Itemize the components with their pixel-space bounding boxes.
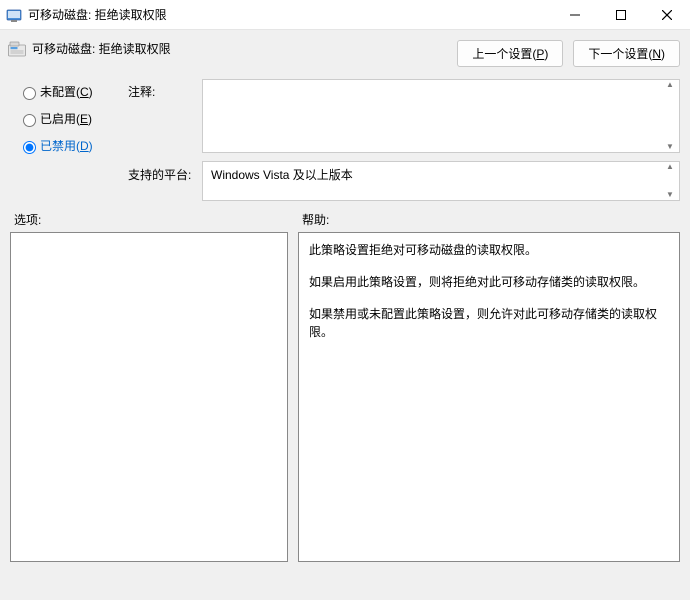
title-bar: 可移动磁盘: 拒绝读取权限 [0,0,690,30]
radio-not-configured[interactable]: 未配置(C) [18,83,120,100]
field-labels: 注释: 支持的平台: [128,79,194,201]
options-label: 选项: [10,211,298,228]
help-pane: 此策略设置拒绝对可移动磁盘的读取权限。 如果启用此策略设置，则将拒绝对此可移动存… [298,232,680,562]
comment-field[interactable]: ▲ ▼ [202,79,680,153]
down-arrow-icon[interactable]: ▼ [663,143,677,151]
close-button[interactable] [644,0,690,29]
radio-enabled[interactable]: 已启用(E) [18,110,120,127]
radio-disabled[interactable]: 已禁用(D) [18,137,120,154]
policy-icon [8,41,26,57]
minimize-button[interactable] [552,0,598,29]
options-pane [10,232,288,562]
help-paragraph: 如果启用此策略设置，则将拒绝对此可移动存储类的读取权限。 [309,273,669,291]
help-paragraph: 此策略设置拒绝对可移动磁盘的读取权限。 [309,241,669,259]
supported-value: Windows Vista 及以上版本 [211,168,353,182]
help-label: 帮助: [298,211,680,228]
supported-label: 支持的平台: [128,166,194,183]
radio-enabled-input[interactable] [23,114,36,127]
app-icon [6,7,22,23]
up-arrow-icon[interactable]: ▲ [663,81,677,89]
maximize-button[interactable] [598,0,644,29]
comment-label: 注释: [128,83,194,100]
pane-labels: 选项: 帮助: [0,207,690,232]
radio-disabled-input[interactable] [23,141,36,154]
window-controls [552,0,690,29]
config-section: 未配置(C) 已启用(E) 已禁用(D) 注释: 支持的平台: ▲ ▼ Wind… [0,67,690,207]
policy-header: 可移动磁盘: 拒绝读取权限 上一个设置(P) 下一个设置(N) [0,30,690,67]
window-title: 可移动磁盘: 拒绝读取权限 [28,6,552,23]
panes: 此策略设置拒绝对可移动磁盘的读取权限。 如果启用此策略设置，则将拒绝对此可移动存… [0,232,690,572]
supported-scroll[interactable]: ▲ ▼ [663,163,677,199]
state-radio-group: 未配置(C) 已启用(E) 已禁用(D) [10,79,120,201]
comment-scroll[interactable]: ▲ ▼ [663,81,677,151]
down-arrow-icon[interactable]: ▼ [663,191,677,199]
previous-setting-button[interactable]: 上一个设置(P) [457,40,563,67]
next-setting-button[interactable]: 下一个设置(N) [573,40,680,67]
policy-title: 可移动磁盘: 拒绝读取权限 [32,40,171,57]
help-paragraph: 如果禁用或未配置此策略设置，则允许对此可移动存储类的读取权限。 [309,305,669,341]
supported-field: Windows Vista 及以上版本 ▲ ▼ [202,161,680,201]
radio-not-configured-input[interactable] [23,87,36,100]
up-arrow-icon[interactable]: ▲ [663,163,677,171]
